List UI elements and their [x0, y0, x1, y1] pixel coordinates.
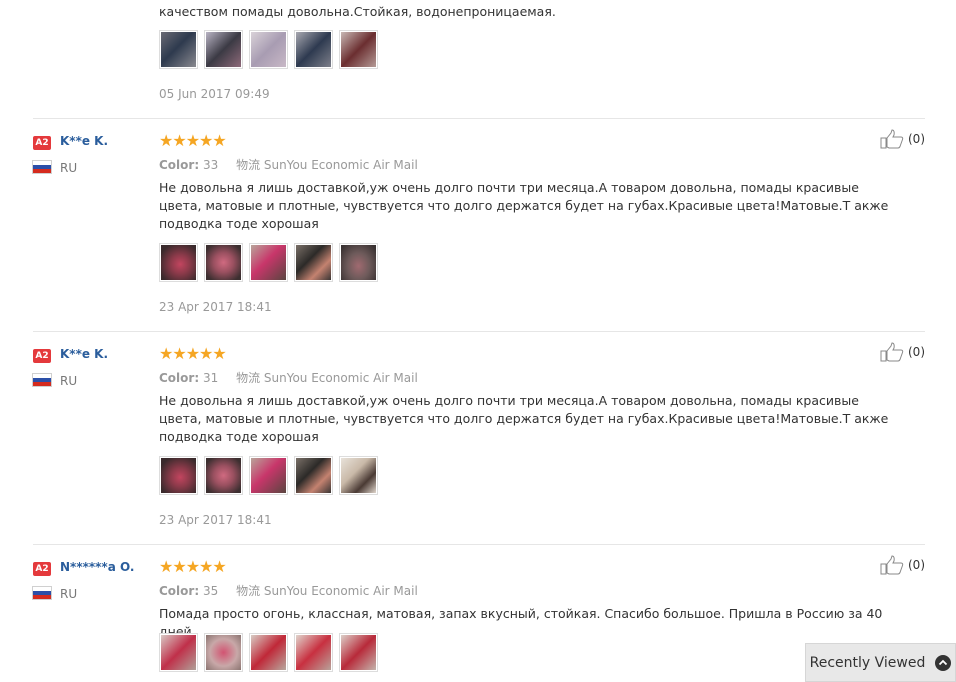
reviewer-country: RU: [60, 587, 78, 601]
review-photo-thumb[interactable]: [294, 30, 333, 69]
thumbs-up-icon: [880, 555, 904, 575]
review-photo-thumb[interactable]: [249, 456, 288, 495]
review-photo-thumb[interactable]: [249, 633, 288, 672]
color-label: Color:: [159, 584, 200, 598]
recently-viewed-button[interactable]: Recently Viewed: [805, 643, 956, 682]
helpful-button[interactable]: (0): [880, 342, 925, 362]
star-rating: ★★★★★: [159, 557, 227, 576]
buyer-level-badge: A2: [33, 562, 51, 576]
review-photos: [159, 243, 378, 282]
review-photo-thumb[interactable]: [339, 30, 378, 69]
review-photo-thumb[interactable]: [249, 243, 288, 282]
review-photo-thumb[interactable]: [204, 243, 243, 282]
review-date: 05 Jun 2017 09:49: [159, 87, 270, 101]
helpful-button[interactable]: (0): [880, 129, 925, 149]
review-meta: Color: 33 物流 SunYou Economic Air Mail: [159, 156, 418, 173]
review-photo-thumb[interactable]: [249, 30, 288, 69]
review-text: качеством помады довольна.Стойкая, водон…: [159, 4, 556, 19]
reviewer-country: RU: [60, 374, 78, 388]
review-photo-thumb[interactable]: [204, 30, 243, 69]
reviewer-name[interactable]: N******a O.: [60, 560, 134, 574]
review-photo-thumb[interactable]: [159, 633, 198, 672]
review-date: 23 Apr 2017 18:41: [159, 513, 272, 527]
reviewer-name[interactable]: K**e K.: [60, 347, 108, 361]
review-photos: [159, 633, 378, 672]
star-rating: ★★★★★: [159, 344, 227, 363]
flag-ru-icon: [33, 374, 51, 386]
flag-ru-icon: [33, 587, 51, 599]
review-photo-thumb[interactable]: [294, 633, 333, 672]
review-meta: Color: 31 物流 SunYou Economic Air Mail: [159, 369, 418, 386]
color-value: 31: [202, 371, 219, 385]
color-label: Color:: [159, 158, 200, 172]
recently-viewed-label: Recently Viewed: [809, 654, 926, 671]
review-photo-thumb[interactable]: [159, 243, 198, 282]
review-photo-thumb[interactable]: [339, 243, 378, 282]
review-photo-thumb[interactable]: [204, 456, 243, 495]
flag-ru-icon: [33, 161, 51, 173]
review-meta: Color: 35 物流 SunYou Economic Air Mail: [159, 582, 418, 599]
divider: [33, 118, 925, 119]
shipping-method: 物流 SunYou Economic Air Mail: [236, 371, 418, 385]
review-photo-thumb[interactable]: [294, 456, 333, 495]
review-photo-thumb[interactable]: [339, 633, 378, 672]
review-photos: [159, 30, 378, 69]
helpful-count: (0): [908, 345, 925, 359]
buyer-level-badge: A2: [33, 349, 51, 363]
star-rating: ★★★★★: [159, 131, 227, 150]
review-photo-thumb[interactable]: [294, 243, 333, 282]
color-label: Color:: [159, 371, 200, 385]
color-value: 35: [202, 584, 219, 598]
helpful-count: (0): [908, 132, 925, 146]
reviewer-name[interactable]: K**e K.: [60, 134, 108, 148]
helpful-button[interactable]: (0): [880, 555, 925, 575]
shipping-method: 物流 SunYou Economic Air Mail: [236, 584, 418, 598]
shipping-method: 物流 SunYou Economic Air Mail: [236, 158, 418, 172]
chevron-up-icon: [935, 654, 952, 671]
review-text: Не довольна я лишь доставкой,уж очень до…: [159, 393, 889, 444]
review-text: Не довольна я лишь доставкой,уж очень до…: [159, 180, 889, 231]
helpful-count: (0): [908, 558, 925, 572]
review-photo-thumb[interactable]: [159, 456, 198, 495]
divider: [33, 544, 925, 545]
review-date: 23 Apr 2017 18:41: [159, 300, 272, 314]
review-photo-thumb[interactable]: [339, 456, 378, 495]
color-value: 33: [202, 158, 219, 172]
reviewer-country: RU: [60, 161, 78, 175]
thumbs-up-icon: [880, 129, 904, 149]
buyer-level-badge: A2: [33, 136, 51, 150]
divider: [33, 331, 925, 332]
thumbs-up-icon: [880, 342, 904, 362]
review-photo-thumb[interactable]: [159, 30, 198, 69]
review-photo-thumb[interactable]: [204, 633, 243, 672]
review-photos: [159, 456, 378, 495]
